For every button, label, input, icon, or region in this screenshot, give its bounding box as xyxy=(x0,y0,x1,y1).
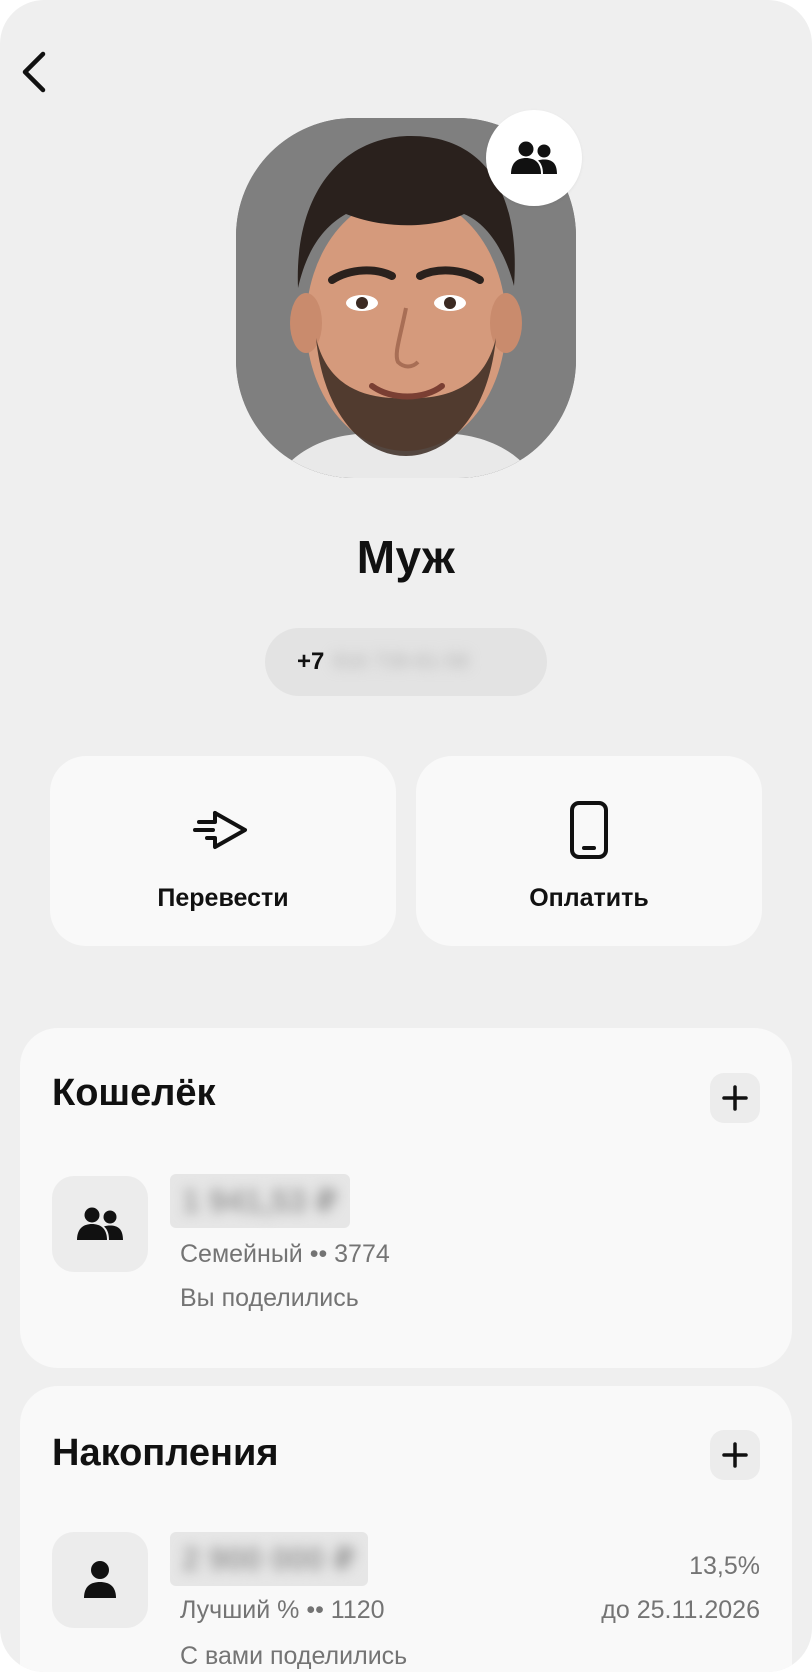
wallet-amount-masked: 1 941,53 ₽ xyxy=(170,1174,350,1228)
wallet-item-status: Вы поделились xyxy=(180,1284,359,1312)
add-savings-button[interactable] xyxy=(710,1430,760,1480)
pay-label: Оплатить xyxy=(529,884,649,912)
wallet-title: Кошелёк xyxy=(52,1072,216,1114)
savings-rate: 13,5% xyxy=(689,1552,760,1580)
smartphone-icon xyxy=(570,801,608,859)
users-icon xyxy=(77,1207,123,1240)
phone-prefix: +7 xyxy=(297,648,325,675)
contact-screen: Муж +7 916 739-81-58 Перевести Оплатить … xyxy=(0,0,812,1672)
plus-icon xyxy=(722,1085,748,1111)
transfer-label: Перевести xyxy=(157,884,289,912)
savings-item-name: Лучший % •• 1120 xyxy=(180,1596,385,1624)
savings-item-status: С вами поделились xyxy=(180,1642,408,1670)
pay-button[interactable]: Оплатить xyxy=(416,756,762,946)
user-icon xyxy=(84,1561,116,1598)
phone-pill[interactable]: +7 916 739-81-58 xyxy=(265,628,547,696)
contact-name: Муж xyxy=(356,531,456,583)
plus-icon xyxy=(722,1442,748,1468)
back-button[interactable] xyxy=(14,44,54,100)
wallet-item-name: Семейный •• 3774 xyxy=(180,1240,390,1268)
savings-title: Накопления xyxy=(52,1432,279,1474)
phone-number-masked: 916 739-81-58 xyxy=(332,650,469,673)
savings-amount-masked: 2 900 000 ₽ xyxy=(170,1532,368,1586)
wallet-section: Кошелёк 1 941,53 ₽ Семейный •• 3774 Вы п… xyxy=(20,1028,792,1368)
chevron-left-icon xyxy=(22,51,46,93)
savings-until-date: до 25.11.2026 xyxy=(601,1596,760,1624)
wallet-item-icon[interactable] xyxy=(52,1176,148,1272)
add-wallet-button[interactable] xyxy=(710,1073,760,1123)
users-icon xyxy=(511,141,557,174)
group-badge xyxy=(486,110,582,206)
savings-section: Накопления 2 900 000 ₽ Лучший % •• 1120 … xyxy=(20,1386,792,1672)
transfer-button[interactable]: Перевести xyxy=(50,756,396,946)
transfer-arrow-icon xyxy=(193,811,247,849)
savings-item-icon[interactable] xyxy=(52,1532,148,1628)
